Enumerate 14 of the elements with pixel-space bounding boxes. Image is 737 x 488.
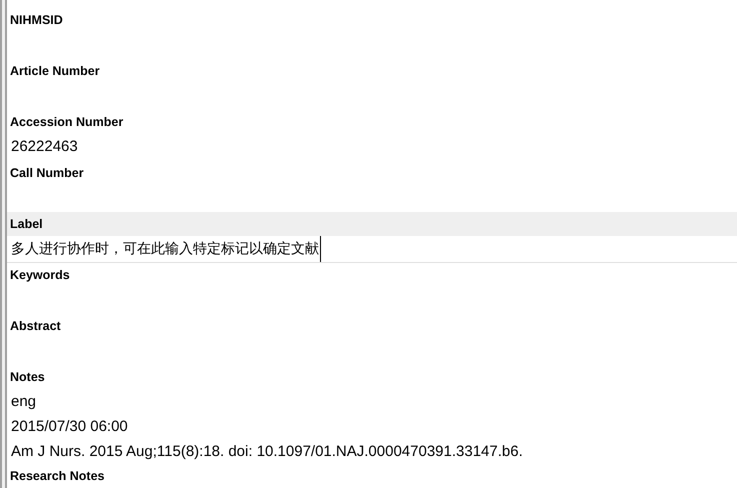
field-label: Accession Number [9,114,124,131]
field-value: eng [11,392,36,412]
field-label: NIHMSID [9,12,64,29]
field-label: Research Notes [9,468,106,485]
field-value: 2015/07/30 06:00 [11,417,128,437]
field-value: Am J Nurs. 2015 Aug;115(8):18. doi: 10.1097/01.NAJ.0000470391.33147.b6. [11,442,523,462]
field-label: Notes [9,369,46,386]
field-label: Keywords [9,267,71,284]
field-label: Abstract [9,318,62,335]
field-label: Call Number [9,165,85,182]
input-field[interactable]: 多人进行协作时，可在此输入特定标记以确定文献 [11,236,321,262]
field-value: 26222463 [11,137,78,157]
field-label: Article Number [9,63,101,80]
field-label: Label [7,212,737,236]
